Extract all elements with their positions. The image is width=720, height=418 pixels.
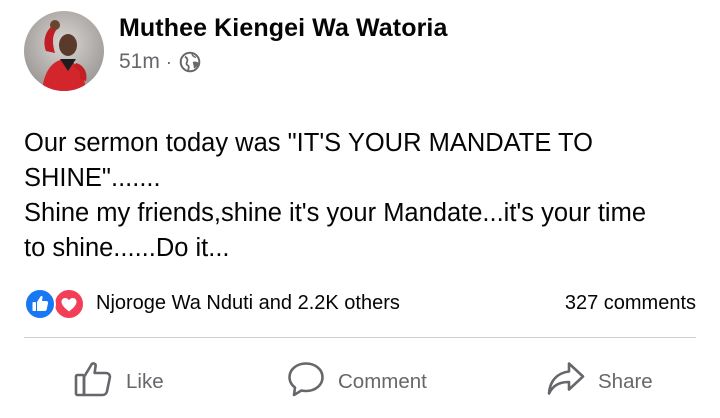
comment-label: Comment [338, 370, 427, 393]
love-reaction-icon [53, 288, 85, 325]
author-name[interactable]: Muthee Kiengei Wa Watoria [119, 13, 447, 43]
avatar[interactable] [24, 11, 104, 91]
reactions-summary[interactable]: Njoroge Wa Nduti and 2.2K others [24, 287, 400, 320]
thumbs-up-icon [74, 360, 114, 404]
facebook-post: Muthee Kiengei Wa Watoria 51m · Our serm… [0, 0, 720, 418]
post-meta: Muthee Kiengei Wa Watoria 51m · [119, 13, 447, 75]
comments-count[interactable]: 327 comments [565, 292, 696, 315]
comment-button[interactable]: Comment [286, 360, 427, 404]
like-label: Like [126, 370, 164, 393]
divider [24, 337, 696, 338]
engagement-bar: Njoroge Wa Nduti and 2.2K others 327 com… [24, 286, 696, 320]
share-arrow-icon [546, 360, 586, 404]
action-bar: Like Comment Share [24, 350, 696, 410]
post-body-text: Our sermon today was "IT'S YOUR MANDATE … [24, 129, 646, 262]
like-reaction-icon [24, 288, 56, 325]
reactions-text[interactable]: Njoroge Wa Nduti and 2.2K others [96, 292, 400, 315]
share-button[interactable]: Share [546, 360, 653, 404]
like-button[interactable]: Like [74, 360, 164, 404]
globe-icon [179, 51, 201, 73]
separator-dot: · [165, 51, 172, 72]
post-timestamp[interactable]: 51m [119, 50, 160, 74]
post-subline: 51m · [119, 49, 447, 75]
post-header: Muthee Kiengei Wa Watoria 51m · [24, 11, 447, 91]
comment-bubble-icon [286, 360, 326, 404]
share-label: Share [598, 370, 653, 393]
reaction-icons [24, 287, 88, 320]
